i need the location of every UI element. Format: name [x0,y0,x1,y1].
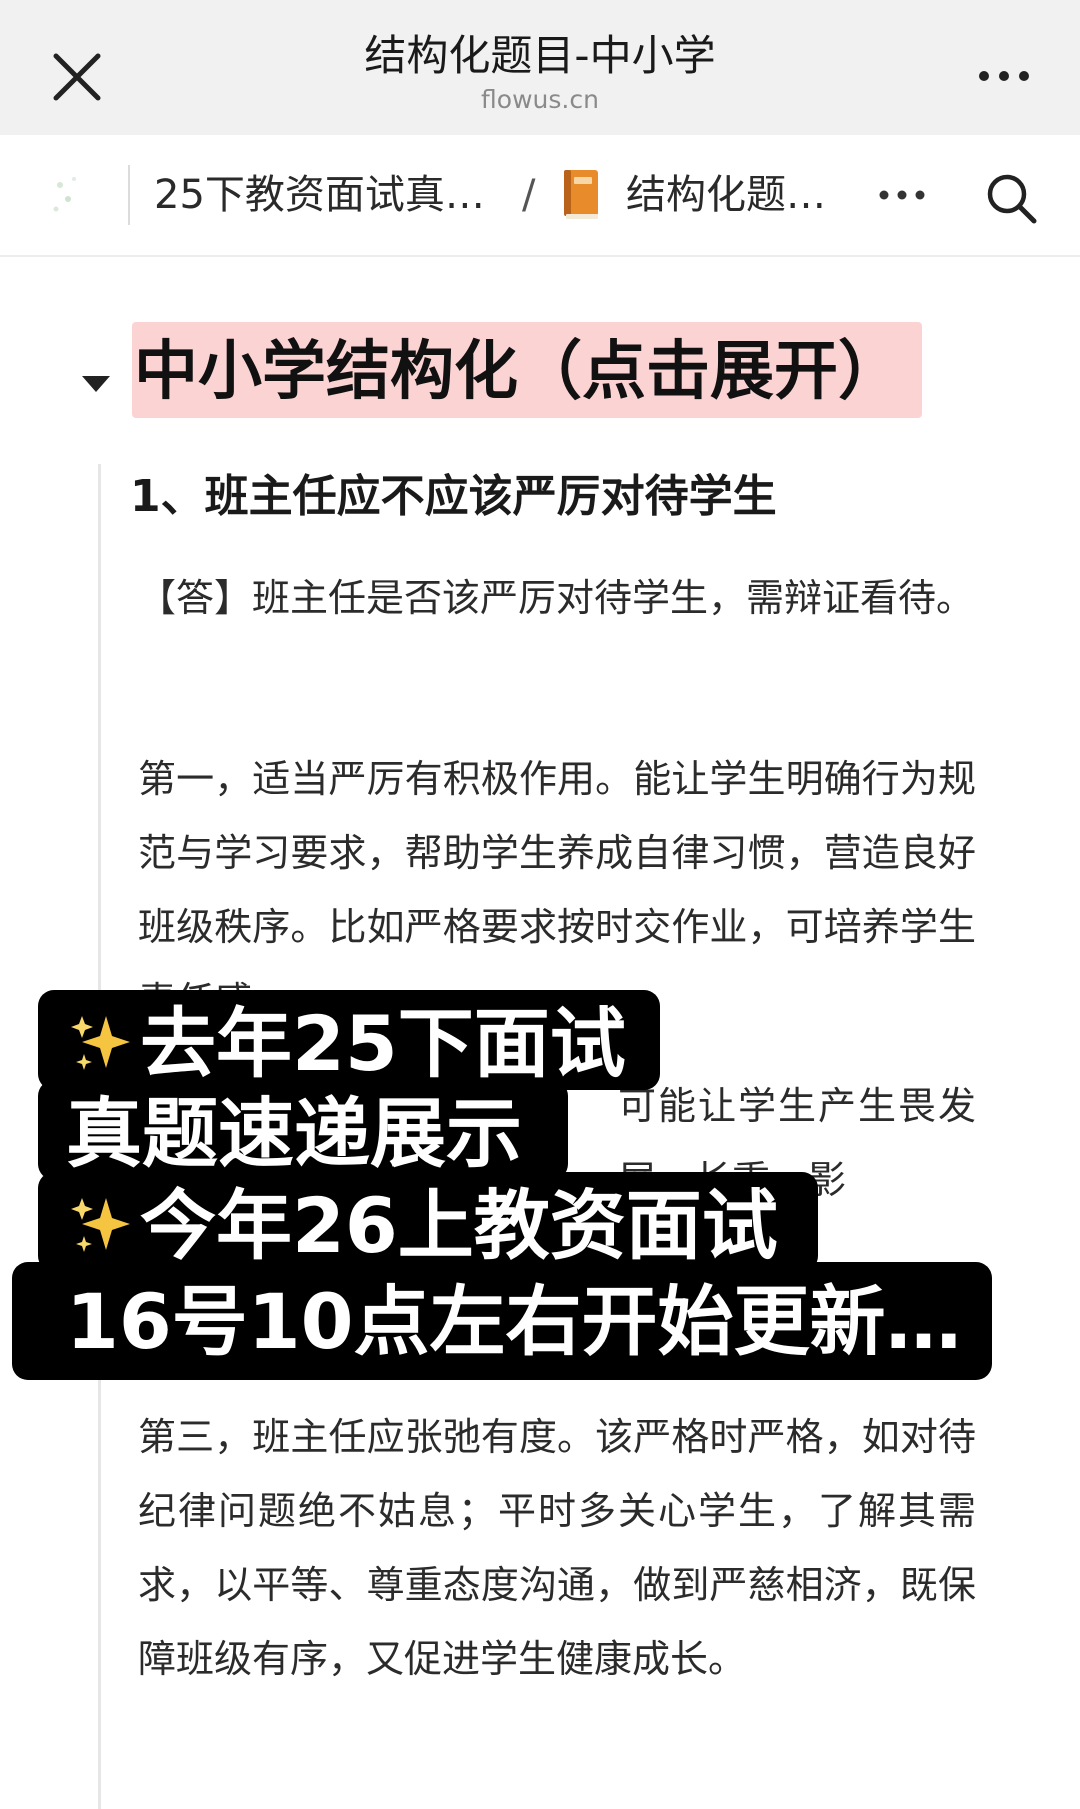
browser-top-bar: 结构化题目-中小学 flowus.cn [0,0,1080,135]
triangle-down-icon[interactable] [80,372,112,396]
answer-paragraph-2: 第一，适当严厉有积极作用。能让学生明确行为规范与学习要求，帮助学生养成自律习惯，… [138,757,976,1023]
nav-divider [128,165,130,225]
browser-title: 结构化题目-中小学 [364,31,716,80]
breadcrumb-parent[interactable]: 25下教资面试真… [154,169,494,221]
browser-title-group: 结构化题目-中小学 flowus.cn [240,30,840,116]
browser-domain: flowus.cn [481,85,599,114]
question-title: 1、班主任应不应该严厉对待学生 [130,471,777,522]
search-icon[interactable] [984,171,1038,225]
answer-paragraph-3: 第三，班主任应张弛有度。该严格时严格，如对待纪律问题绝不姑息；平时多关心学生，了… [138,1415,976,1681]
overlay-line-4: 16号10点左右开始更新… [66,1277,962,1366]
close-icon[interactable] [48,48,106,106]
page: 结构化题目-中小学 flowus.cn 25下教资面试真… / 结构化题… 中小… [0,0,1080,1809]
page-nav-bar: 25下教资面试真… / 结构化题… [0,135,1080,257]
sparkles-icon [71,1016,130,1070]
book-icon [564,170,598,219]
workspace-avatar-icon[interactable] [44,165,102,223]
sparkles-icon [71,1198,130,1252]
breadcrumb-current[interactable]: 结构化题… [626,169,836,221]
overlay-block [12,1262,992,1380]
more-icon[interactable] [976,56,1032,96]
answer-paragraph-1: 【答】班主任是否该严厉对待学生，需辩证看待。 [138,576,975,620]
toggle-indent-line [98,464,101,1809]
answer-paragraph-2-partial: 可能让学生产生畏发展。长重，影 [618,1084,976,1202]
more-icon[interactable] [876,177,928,213]
breadcrumb-separator: / [522,172,536,218]
toggle-heading[interactable]: 中小学结构化（点击展开） [134,326,924,418]
